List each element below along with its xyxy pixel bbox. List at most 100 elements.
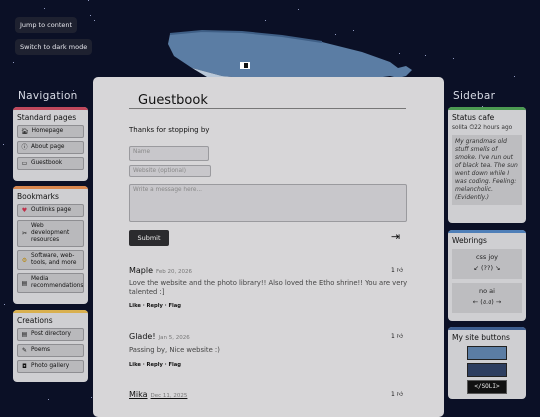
star xyxy=(4,304,5,305)
status-cafe-heading: Status cafe xyxy=(452,113,495,122)
webring-nav[interactable]: ← (ง.ง) → xyxy=(452,297,522,308)
entry-author[interactable]: Mika Dec 11, 2025 xyxy=(129,390,187,399)
heart-icon: ♥ xyxy=(21,207,28,214)
title-divider xyxy=(129,108,406,109)
standard-pages-heading: Standard pages xyxy=(17,113,77,122)
thumbs-up-icon: 👍︎ xyxy=(396,391,404,398)
star xyxy=(91,397,92,398)
entry-message: Love the website and the photo library!!… xyxy=(129,279,408,296)
jump-to-content-link[interactable]: Jump to content xyxy=(15,17,78,33)
website-input[interactable]: Website (optional) xyxy=(129,165,211,177)
site-button-code[interactable]: </SOLI> xyxy=(467,380,507,394)
name-input[interactable]: Name xyxy=(129,146,209,161)
bookmarks-heading: Bookmarks xyxy=(17,192,59,201)
sidebar-title: Sidebar xyxy=(453,90,496,102)
nav-photo-gallery[interactable]: ◘ Photo gallery xyxy=(17,360,84,373)
nav-label: Guestbook xyxy=(31,160,63,166)
star xyxy=(90,15,91,16)
page-title: Guestbook xyxy=(138,93,208,108)
thanks-text: Thanks for stopping by xyxy=(129,126,210,134)
star xyxy=(298,9,299,10)
nav-label: Web development resources xyxy=(31,223,70,243)
thumbs-up-icon: 👍︎ xyxy=(396,267,404,274)
entry-actions[interactable]: Like · Reply · Flag xyxy=(129,362,181,368)
entry-date: Jan 5, 2026 xyxy=(158,335,190,341)
nav-webdev-resources[interactable]: ✂ Web development resources xyxy=(17,220,84,247)
site-buttons-panel: My site buttons </SOLI> xyxy=(448,327,526,399)
star xyxy=(88,0,89,1)
home-icon: 🏠︎ xyxy=(21,128,29,135)
author-name: Glade! xyxy=(129,332,156,341)
like-number: 1 xyxy=(391,391,395,398)
status-meta: solita 🕒︎22 hours ago xyxy=(448,122,526,132)
nav-guestbook[interactable]: ▭ Guestbook xyxy=(17,157,84,170)
like-number: 1 xyxy=(391,267,395,274)
webring-name: no ai xyxy=(479,287,495,295)
status-user[interactable]: solita xyxy=(452,125,468,131)
like-count[interactable]: 1 👍︎ xyxy=(391,266,403,274)
gear-icon: ⚙ xyxy=(21,256,28,264)
thumbs-up-icon: 👍︎ xyxy=(396,333,404,340)
nav-label: Homepage xyxy=(31,128,64,134)
book-icon: ▭ xyxy=(21,160,28,167)
star xyxy=(265,20,266,21)
site-buttons-heading: My site buttons xyxy=(452,333,510,342)
entry-author: Glade! Jan 5, 2026 xyxy=(129,332,190,341)
nav-label: Software, web-tools, and more xyxy=(31,253,77,266)
sign-in-icon[interactable]: ⇥ xyxy=(391,230,400,243)
message-textarea[interactable]: Write a message here... xyxy=(129,184,407,222)
like-count[interactable]: 1 👍︎ xyxy=(391,390,403,398)
like-count[interactable]: 1 👍︎ xyxy=(391,332,403,340)
star xyxy=(453,58,454,59)
star xyxy=(13,62,14,63)
nav-label: Outlinks page xyxy=(31,207,72,213)
author-name: Mika xyxy=(129,390,148,399)
nav-label: Post directory xyxy=(31,331,71,337)
webrings-panel: Webrings css joy ↙ (??) ↘ no ai ← (ง.ง) … xyxy=(448,230,526,321)
nav-label: About page xyxy=(31,144,65,150)
bookmarks-panel: Bookmarks ♥ Outlinks page ✂ Web developmen… xyxy=(13,186,88,304)
webring-css-joy[interactable]: css joy ↙ (??) ↘ xyxy=(452,249,522,279)
entry-date: Feb 20, 2026 xyxy=(156,269,193,275)
nav-label: Photo gallery xyxy=(31,363,70,369)
site-button-whale-dark[interactable] xyxy=(467,363,507,377)
media-icon: ▤ xyxy=(21,279,28,287)
nav-label: Poems xyxy=(31,347,51,353)
nav-homepage[interactable]: 🏠︎ Homepage xyxy=(17,125,84,138)
entry-actions[interactable]: Like · Reply · Flag xyxy=(129,303,181,309)
document-icon: ▤ xyxy=(21,331,28,338)
star xyxy=(48,399,49,400)
like-number: 1 xyxy=(391,333,395,340)
submit-button[interactable]: Submit xyxy=(129,230,169,246)
star xyxy=(425,55,426,56)
nav-media[interactable]: ▤ Media recommendations xyxy=(17,273,84,293)
star xyxy=(94,20,95,21)
creations-heading: Creations xyxy=(17,316,53,325)
status-time: 22 hours ago xyxy=(474,125,513,131)
quill-icon: ✎ xyxy=(21,347,28,354)
webring-nav[interactable]: ↙ (??) ↘ xyxy=(452,263,522,274)
author-name: Maple xyxy=(129,266,154,275)
entry-date: Dec 11, 2025 xyxy=(150,393,188,399)
status-message: My grandmas old stuff smells of smoke. I… xyxy=(452,135,522,205)
nav-post-directory[interactable]: ▤ Post directory xyxy=(17,328,84,341)
star xyxy=(44,8,45,9)
main-content: Guestbook Thanks for stopping by Name We… xyxy=(93,77,444,417)
webring-name: css joy xyxy=(475,253,499,261)
entry-author: Maple Feb 20, 2026 xyxy=(129,266,192,275)
star xyxy=(514,76,515,77)
site-button-whale-light[interactable] xyxy=(467,346,507,360)
webrings-heading: Webrings xyxy=(452,236,487,245)
entry-message: Passing by, Nice website :) xyxy=(129,346,220,354)
camera-icon: ◘ xyxy=(22,363,27,370)
nav-outlinks[interactable]: ♥ Outlinks page xyxy=(17,204,84,217)
nav-about[interactable]: ⓘ About page xyxy=(17,141,84,154)
nav-poems[interactable]: ✎ Poems xyxy=(17,344,84,357)
dark-mode-toggle[interactable]: Switch to dark mode xyxy=(15,39,93,55)
standard-pages-panel: Standard pages 🏠︎ Homepage ⓘ About page ▭ G… xyxy=(13,107,88,181)
star xyxy=(3,144,4,145)
webring-no-ai[interactable]: no ai ← (ง.ง) → xyxy=(452,283,522,313)
tools-icon: ✂ xyxy=(21,230,28,237)
navigation-title: Navigation xyxy=(18,90,78,102)
nav-software[interactable]: ⚙ Software, web-tools, and more xyxy=(17,250,84,270)
